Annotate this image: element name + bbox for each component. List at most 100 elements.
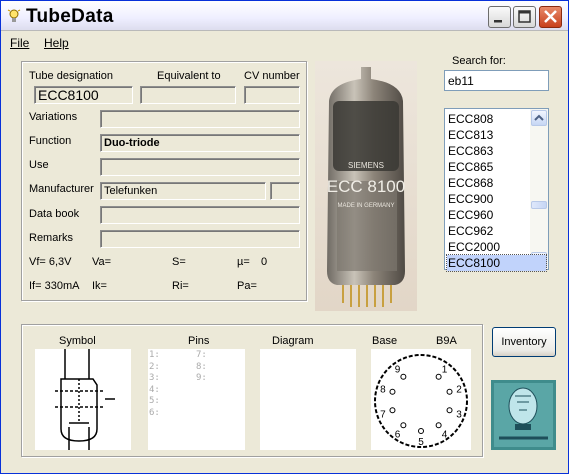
- cv-number-field: [244, 86, 300, 104]
- base-pin-label: 7: [380, 409, 386, 420]
- base-pin-label: 8: [380, 385, 386, 396]
- function-field: Duo-triode: [100, 134, 300, 152]
- results-list[interactable]: ECC808 ECC813 ECC863 ECC865 ECC868 ECC900 ECC9…: [444, 108, 549, 272]
- remarks-label: Remarks: [29, 232, 74, 244]
- pin-entry: 6:: [149, 407, 160, 418]
- databook-label: Data book: [29, 208, 80, 220]
- manufacturer-code-field: [270, 182, 300, 200]
- base-pin-dot: [446, 388, 453, 395]
- base-pin-label: 6: [395, 429, 401, 440]
- va-value: Va=: [92, 256, 112, 268]
- base-pin-dot: [435, 422, 442, 429]
- mu-label: µ=: [237, 256, 250, 268]
- diagram-label: Diagram: [272, 335, 314, 347]
- pin-entry: 7:: [196, 350, 207, 360]
- list-item[interactable]: ECC868: [447, 175, 546, 191]
- manufacturer-field: Telefunken: [100, 182, 266, 200]
- lightbulb-icon: [7, 9, 21, 22]
- list-item[interactable]: ECC8100: [446, 254, 547, 272]
- use-field: [100, 158, 300, 176]
- pin-entry: 1:: [149, 350, 160, 360]
- equivalent-label: Equivalent to: [157, 70, 221, 82]
- use-label: Use: [29, 159, 49, 171]
- base-pin-dot: [389, 407, 396, 414]
- maximize-icon: [518, 10, 531, 23]
- maximize-button[interactable]: [513, 6, 536, 28]
- s-value: S=: [172, 256, 186, 268]
- list-item[interactable]: ECC960: [447, 207, 546, 223]
- symbol-label: Symbol: [59, 335, 96, 347]
- list-item[interactable]: ECC962: [447, 223, 546, 239]
- pin-entry: 9:: [196, 373, 207, 383]
- pin-entry: 3:: [149, 373, 160, 383]
- base-pin-dot: [389, 388, 396, 395]
- ik-value: Ik=: [92, 280, 107, 292]
- diagram-box: [260, 349, 356, 450]
- pins-box: 1: 2: 3: 4: 5: 6: 7: 8: 9:: [148, 349, 245, 450]
- base-pin-dot: [418, 428, 424, 434]
- list-item[interactable]: ECC813: [447, 127, 546, 143]
- equivalent-field: [140, 86, 236, 104]
- tube-designation-field: ECC8100: [34, 86, 133, 104]
- ri-value: Ri=: [172, 280, 189, 292]
- pin-entry: 5:: [149, 396, 160, 406]
- base-pin-label: 3: [456, 409, 462, 420]
- close-button[interactable]: [539, 6, 562, 28]
- title-bar: TubeData: [1, 1, 568, 31]
- app-window: TubeData File Help Tube designation Equi…: [0, 0, 569, 474]
- minimize-button[interactable]: [488, 6, 511, 28]
- list-item[interactable]: ECC863: [447, 143, 546, 159]
- pa-value: Pa=: [237, 280, 257, 292]
- base-pin-label: 5: [418, 437, 424, 448]
- vf-value: Vf= 6,3V: [29, 256, 72, 268]
- window-title: TubeData: [26, 6, 114, 27]
- base-box: 12 34 5 67 89: [371, 349, 471, 450]
- menu-bar: File Help: [1, 32, 568, 52]
- pins-right-column: 7: 8: 9:: [196, 350, 207, 385]
- base-label: Base: [372, 335, 398, 347]
- pins-left-column: 1: 2: 3: 4: 5: 6:: [149, 350, 160, 419]
- mu-value: 0: [261, 256, 268, 268]
- menu-help[interactable]: Help: [44, 36, 69, 50]
- databook-field: [100, 206, 300, 224]
- base-type: B9A: [436, 335, 457, 347]
- manufacturer-label: Manufacturer: [29, 183, 94, 195]
- search-label: Search for:: [452, 55, 506, 67]
- base-pin-label: 9: [395, 365, 401, 376]
- remarks-field: [100, 230, 300, 248]
- list-item[interactable]: ECC900: [447, 191, 546, 207]
- list-item[interactable]: ECC2000: [447, 239, 546, 255]
- base-pin-label: 4: [442, 429, 448, 440]
- symbol-box: [35, 349, 131, 450]
- tube-photo: SIEMENS ECC 8100 MADE IN GERMANY: [315, 61, 417, 311]
- function-label: Function: [29, 135, 72, 147]
- menu-file[interactable]: File: [10, 36, 29, 50]
- minimize-icon: [494, 20, 502, 23]
- close-icon: [544, 10, 557, 23]
- base-pin-dot: [435, 373, 442, 380]
- list-item[interactable]: ECC808: [447, 111, 546, 127]
- variations-label: Variations: [29, 111, 78, 123]
- pin-entry: 2:: [149, 361, 160, 372]
- base-pin-dot: [446, 407, 453, 414]
- app-logo: [491, 380, 556, 450]
- search-input[interactable]: eb11: [444, 70, 549, 91]
- pin-entry: 4:: [149, 384, 160, 395]
- base-pin-label: 2: [456, 385, 462, 396]
- base-pin-label: 1: [442, 365, 448, 376]
- tube-designation-label: Tube designation: [29, 70, 113, 82]
- pins-label: Pins: [188, 335, 210, 347]
- base-pin-dot: [400, 422, 407, 429]
- pin-entry: 8:: [196, 361, 207, 372]
- if-value: If= 330mA: [29, 280, 80, 292]
- inventory-button[interactable]: Inventory: [492, 327, 556, 357]
- tube-marking-text: ECC 8100: [327, 177, 405, 196]
- b9a-base-diagram: 12 34 5 67 89: [374, 354, 468, 448]
- list-item[interactable]: ECC865: [447, 159, 546, 175]
- base-pin-dot: [400, 373, 407, 380]
- variations-field: [100, 110, 300, 128]
- cv-number-label: CV number: [244, 70, 300, 82]
- tube-origin-text: MADE IN GERMANY: [337, 203, 394, 209]
- triode-symbol: [55, 349, 115, 450]
- tube-brand-text: SIEMENS: [348, 161, 384, 170]
